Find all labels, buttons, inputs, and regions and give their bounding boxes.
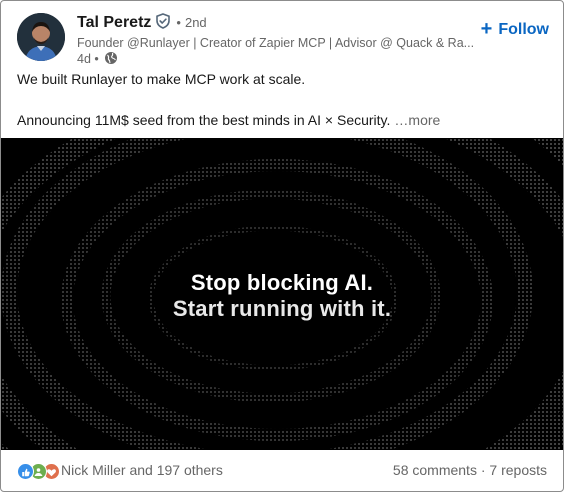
- see-more-link[interactable]: …more: [394, 112, 440, 128]
- like-icon: [17, 463, 34, 480]
- media-headline: Stop blocking AI. Start running with it.: [1, 270, 563, 322]
- reactions-summary[interactable]: Nick Miller and 197 others: [17, 459, 223, 481]
- reposts-count-link[interactable]: 7 reposts: [489, 462, 547, 478]
- globe-icon: [104, 51, 118, 68]
- connection-degree: 2nd: [184, 15, 207, 30]
- follow-button[interactable]: + Follow: [481, 17, 549, 41]
- post-text-line-1: We built Runlayer to make MCP work at sc…: [17, 71, 306, 87]
- post-body: We built Runlayer to make MCP work at sc…: [17, 69, 547, 130]
- post-timestamp-row: 4d •: [77, 51, 487, 68]
- post-media-video[interactable]: Stop blocking AI. Start running with it.: [1, 138, 563, 450]
- post-text-line-2-content: Announcing 11M$ seed from the best minds…: [17, 112, 391, 128]
- author-name[interactable]: Tal Peretz: [77, 14, 151, 31]
- social-counts-bar: Nick Miller and 197 others 58 comments ·…: [17, 459, 547, 481]
- engagement-counts: 58 comments · 7 reposts: [393, 459, 547, 481]
- author-name-row: Tal Peretz • 2nd: [77, 13, 487, 33]
- media-headline-line-1: Stop blocking AI.: [190, 270, 374, 295]
- post-time[interactable]: 4d: [77, 52, 91, 66]
- post-header: Tal Peretz • 2nd Founder @Runlayer | Creat…: [17, 13, 549, 66]
- author-meta: Tal Peretz • 2nd Founder @Runlayer | Creat…: [77, 13, 487, 68]
- plus-icon: +: [480, 18, 493, 40]
- reaction-icons: [17, 461, 60, 480]
- feed-post-card: Tal Peretz • 2nd Founder @Runlayer | Creat…: [0, 0, 564, 492]
- follow-label: Follow: [498, 21, 549, 38]
- separator-dot: •: [176, 15, 181, 30]
- author-avatar[interactable]: [17, 13, 65, 61]
- reactors-text: Nick Miller and 197 others: [61, 462, 223, 478]
- counts-separator: ·: [480, 462, 486, 478]
- author-headline: Founder @Runlayer | Creator of Zapier MC…: [77, 36, 475, 50]
- post-text-line-2: Announcing 11M$ seed from the best minds…: [17, 110, 547, 130]
- media-headline-line-2: Start running with it.: [172, 296, 392, 321]
- shield-check-icon: [155, 13, 171, 35]
- comments-count-link[interactable]: 58 comments: [393, 462, 477, 478]
